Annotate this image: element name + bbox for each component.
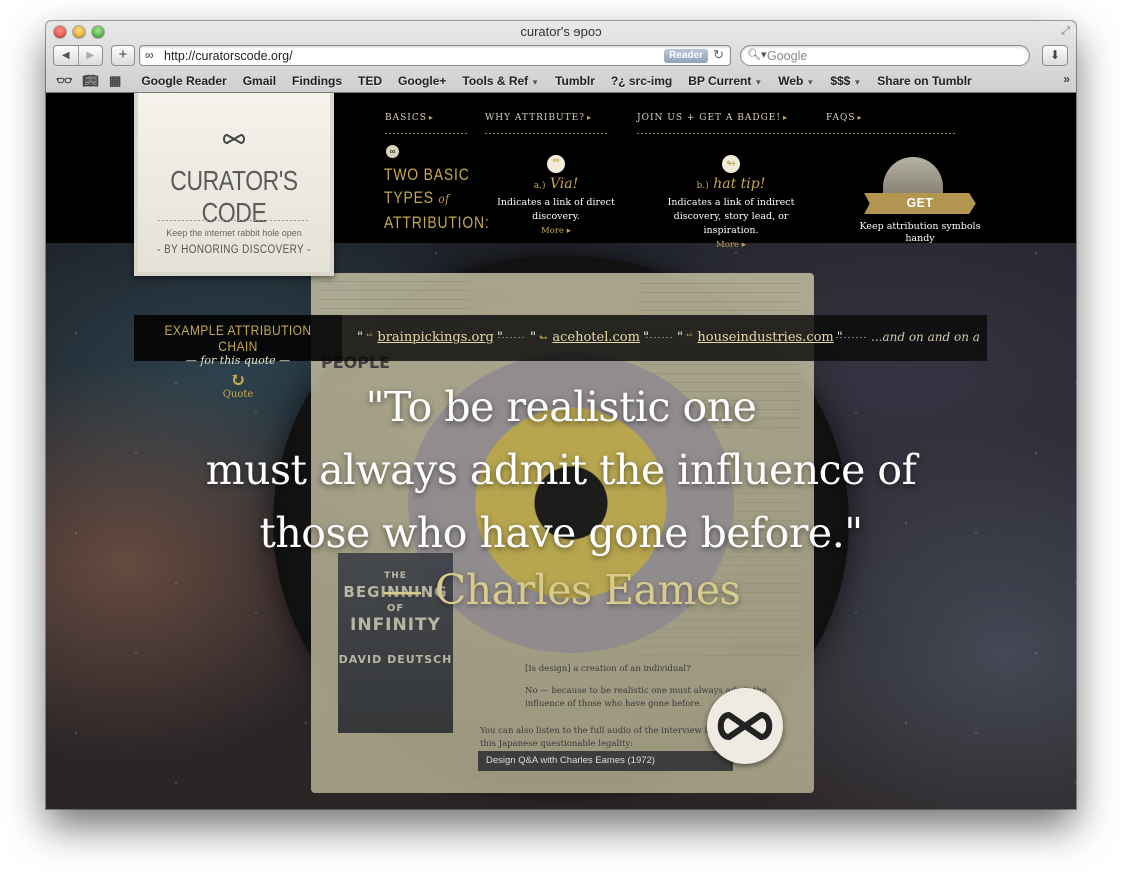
window-title: curator's ɘpoɔ <box>520 24 602 39</box>
url-text[interactable]: http://curatorscode.org/ <box>164 49 293 63</box>
browser-chrome: curator's ɘpoɔ ⤢ ◀ ▶ + ∞ http://curators… <box>46 21 1076 93</box>
bookmark-findings[interactable]: Findings <box>284 74 350 88</box>
hat-tip-description: Indicates a link of indirect discovery, … <box>667 197 795 236</box>
chain-item[interactable]: "ᔥhouseindustries.com" <box>674 330 846 345</box>
browser-toolbar: ◀ ▶ + ∞ http://curatorscode.org/ Reader … <box>46 44 1076 68</box>
magazine-question: [Is design] a creation of an individual? <box>525 664 691 674</box>
arrow-right-icon: ▸ <box>428 113 434 122</box>
divider <box>646 337 672 338</box>
divider <box>158 220 310 221</box>
magazine-caption: Design Q&A with Charles Eames (1972) <box>478 751 733 771</box>
attribution-chain-label: EXAMPLE ATTRIBUTION CHAIN — for this quo… <box>134 315 342 367</box>
quote-line: those who have gone before." <box>259 509 863 557</box>
reload-icon[interactable]: ↻ <box>713 47 724 63</box>
hat-tip-symbol-icon: ↬ <box>538 333 548 344</box>
forward-button[interactable]: ▶ <box>77 46 103 65</box>
hat-tip-symbol-icon: ↬ <box>722 155 740 173</box>
divider <box>637 133 957 134</box>
arrow-right-icon: ▸ <box>782 113 788 122</box>
add-bookmark-button[interactable]: + <box>111 45 135 66</box>
fullscreen-icon[interactable]: ⤢ <box>1061 25 1070 38</box>
reader-button[interactable]: Reader <box>664 49 708 63</box>
site-favicon-icon: ∞ <box>145 48 154 62</box>
chevron-down-icon: ▼ <box>853 78 862 87</box>
top-sites-grid-icon[interactable]: ▦ <box>109 73 121 89</box>
browser-window: curator's ɘpoɔ ⤢ ◀ ▶ + ∞ http://curators… <box>46 21 1076 809</box>
bookmark-bp-current[interactable]: BP Current ▼ <box>680 74 770 88</box>
bookmark-src-img[interactable]: ?¿ src-img <box>603 74 680 88</box>
nav-faqs[interactable]: FAQS ▸ <box>826 113 863 123</box>
chevron-down-icon: ▼ <box>754 78 763 87</box>
chevron-down-icon: ▼ <box>806 78 815 87</box>
divider <box>385 133 467 134</box>
bookmark-tumblr[interactable]: Tumblr <box>547 74 603 88</box>
logo-subtitle: Keep the internet rabbit hole open <box>166 228 302 238</box>
hat-tip-more-link[interactable]: More ▸ <box>661 238 801 252</box>
bookmark-share-on-tumblr[interactable]: Share on Tumblr <box>869 74 979 88</box>
search-field[interactable]: 🔍︎▾ Google <box>740 45 1030 66</box>
bookmark-google-plus[interactable]: Google+ <box>390 74 454 88</box>
bookmark-web[interactable]: Web ▼ <box>770 74 822 88</box>
bookmarks-bar: 👓︎ 📖︎ ▦ Google Reader Gmail Findings TED… <box>46 71 1076 91</box>
attribution-chain-bar: EXAMPLE ATTRIBUTION CHAIN — for this quo… <box>134 315 987 367</box>
bookmarklet-note: Keep attribution symbols handy <box>859 221 981 244</box>
search-icon: 🔍︎▾ <box>747 49 767 61</box>
divider <box>498 337 526 338</box>
via-symbol-icon: ᔥ <box>685 333 693 344</box>
arrow-right-icon: ▸ <box>857 113 863 122</box>
divider <box>485 133 607 134</box>
chevron-down-icon: ▼ <box>531 78 540 87</box>
quote-line: "To be realistic one <box>365 383 757 431</box>
search-placeholder: Google <box>767 49 808 63</box>
book-author: DAVID DEUTSCH <box>338 653 453 666</box>
type-hat-tip: ↬ b.) hat tip! Indicates a link of indir… <box>661 155 801 252</box>
curators-code-small-icon: ∞ <box>386 145 399 158</box>
bookmark-google-reader[interactable]: Google Reader <box>133 74 234 88</box>
quote-text: "To be realistic one must always admit t… <box>46 376 1076 565</box>
address-bar[interactable]: ∞ http://curatorscode.org/ Reader ↻ <box>139 45 731 66</box>
quote-author: — Charles Eames <box>381 566 741 614</box>
bookmarks-bar-icons: 👓︎ 📖︎ ▦ <box>46 73 133 89</box>
curators-code-symbol-icon <box>138 131 330 152</box>
get-bookmarklet-button[interactable]: GET BOOKMARKLET <box>864 193 976 214</box>
curators-code-badge-icon[interactable] <box>707 688 783 764</box>
back-button[interactable]: ◀ <box>54 46 78 65</box>
bookmark-money[interactable]: $$$ ▼ <box>822 74 869 88</box>
nav-join-us[interactable]: JOIN US + GET A BADGE! ▸ <box>637 113 788 123</box>
history-buttons: ◀ ▶ <box>53 45 103 66</box>
book-title-line: INFINITY <box>350 615 441 635</box>
chain-item[interactable]: "ᔥbrainpickings.org" <box>354 330 506 345</box>
quote-line: must always admit the influence of <box>205 446 917 494</box>
via-symbol-icon: ᔥ <box>365 333 373 344</box>
bookmark-tools-ref[interactable]: Tools & Ref ▼ <box>454 74 547 88</box>
nav-basics[interactable]: BASICS ▸ <box>385 113 434 123</box>
via-description: Indicates a link of direct discovery. <box>497 197 615 222</box>
downloads-button[interactable]: ⬇ <box>1042 45 1068 66</box>
reading-list-icon[interactable]: 👓︎ <box>56 73 73 89</box>
types-heading: TWO BASIC TYPES of ATTRIBUTION: <box>384 165 490 232</box>
arrow-right-icon: ▸ <box>587 113 593 122</box>
via-more-link[interactable]: More ▸ <box>491 224 621 238</box>
chain-more-text: ...and on and on a <box>871 330 980 344</box>
site-logo[interactable]: CURATOR'S CODE Keep the internet rabbit … <box>134 93 334 276</box>
magazine-listen-text: You can also listen to the full audio of… <box>480 726 713 749</box>
bookmark-ted[interactable]: TED <box>350 74 390 88</box>
via-symbol-icon: ᔥ <box>547 155 565 173</box>
page-content: PEOPLE THE BEGINNING OF INFINITY DAVID D… <box>46 93 1076 809</box>
type-via: ᔥ a.) Via! Indicates a link of direct di… <box>491 155 621 238</box>
nav-why-attribute[interactable]: WHY ATTRIBUTE? ▸ <box>485 113 592 123</box>
logo-tagline: - BY HONORING DISCOVERY - <box>157 244 311 256</box>
bookmark-gmail[interactable]: Gmail <box>235 74 284 88</box>
more-bookmarks-icon[interactable]: » <box>1063 72 1070 86</box>
bookmarks-book-icon[interactable]: 📖︎ <box>83 73 100 89</box>
divider <box>836 337 866 338</box>
chain-item[interactable]: "↬acehotel.com" <box>527 330 652 345</box>
